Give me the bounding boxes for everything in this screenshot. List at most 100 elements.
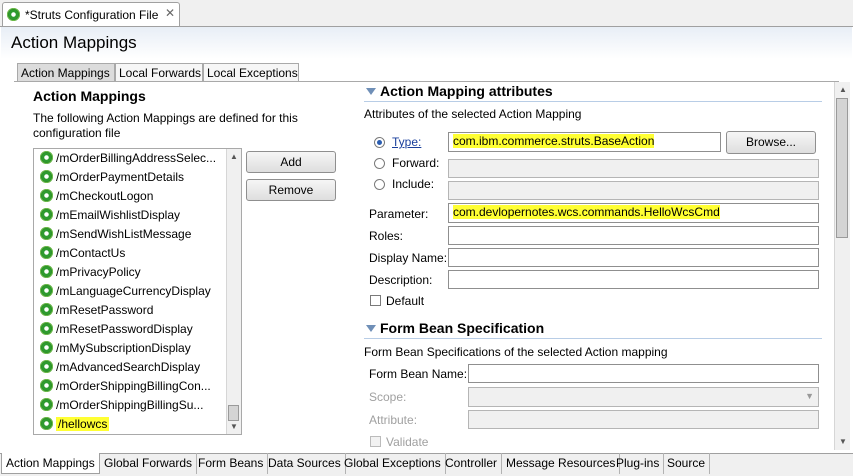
description-label: Description: (369, 273, 433, 287)
list-item[interactable]: /mOrderShippingBillingCon... (40, 379, 211, 398)
list-item[interactable]: /mCheckoutLogon (40, 189, 153, 208)
form-bean-collapse-triangle-icon[interactable] (366, 325, 376, 332)
forward-radio[interactable] (374, 158, 385, 169)
bottom-tab-global-exceptions[interactable]: Global Exceptions (340, 453, 446, 474)
list-item[interactable]: /hellowcs (40, 417, 110, 434)
gear-icon (40, 265, 53, 278)
browse-button[interactable]: Browse... (726, 131, 816, 154)
list-item-label: /mAdvancedSearchDisplay (56, 360, 201, 374)
gear-icon (40, 284, 53, 297)
attribute-field[interactable] (468, 410, 819, 429)
editor-scroll-up-icon[interactable]: ▲ (839, 85, 847, 94)
list-item[interactable]: /mPrivacyPolicy (40, 265, 141, 284)
roles-field[interactable] (448, 226, 819, 245)
list-item-label: /mSendWishListMessage (56, 227, 192, 241)
bottom-tab-action-mappings[interactable]: Action Mappings (1, 453, 100, 474)
scope-select[interactable]: ▼ (468, 387, 819, 407)
list-scrollbar[interactable]: ▲ ▼ (226, 149, 241, 434)
form-bean-name-field[interactable] (468, 364, 819, 383)
gear-icon (40, 322, 53, 335)
remove-button[interactable]: Remove (246, 179, 336, 201)
gear-icon (40, 360, 53, 373)
mappings-heading: Action Mappings (33, 88, 146, 104)
list-item-label: /mLanguageCurrencyDisplay (56, 284, 211, 298)
validate-label: Validate (386, 435, 429, 449)
description-field[interactable] (448, 270, 819, 289)
scroll-thumb[interactable] (228, 405, 239, 421)
list-item-label: /mMySubscriptionDisplay (56, 341, 191, 355)
include-label: Include: (392, 177, 435, 191)
editor-scroll-down-icon[interactable]: ▼ (839, 437, 847, 446)
list-item-label: /mCheckoutLogon (56, 189, 154, 203)
mappings-list[interactable]: /mOrderBillingAddressSelec... /mOrderPaym… (33, 148, 242, 435)
gear-icon (40, 379, 53, 392)
gear-icon (40, 208, 53, 221)
list-item-label: /mResetPassword (56, 303, 154, 317)
gear-icon (40, 303, 53, 316)
gear-icon (40, 189, 53, 202)
parameter-field[interactable]: com.devlopernotes.wcs.commands.HelloWcsC… (448, 203, 819, 223)
bottom-tab-data-sources[interactable]: Data Sources (264, 453, 346, 474)
list-item[interactable]: /mResetPassword (40, 303, 153, 322)
list-item[interactable]: /mOrderShippingBillingSu... (40, 398, 203, 417)
close-icon[interactable]: ✕ (165, 6, 175, 20)
mappings-description: The following Action Mappings are define… (33, 111, 298, 140)
list-item-label: /mOrderPaymentDetails (56, 170, 185, 184)
forward-field[interactable] (448, 159, 819, 178)
list-item-label: /mOrderShippingBillingSu... (56, 398, 204, 412)
gear-icon (40, 227, 53, 240)
list-item[interactable]: /mOrderPaymentDetails (40, 170, 184, 189)
attributes-subtitle: Attributes of the selected Action Mappin… (364, 107, 582, 121)
tab-local-exceptions[interactable]: Local Exceptions (203, 63, 299, 82)
list-item[interactable]: /mLanguageCurrencyDisplay (40, 284, 211, 303)
collapse-triangle-icon[interactable] (366, 88, 376, 95)
scroll-up-icon[interactable]: ▲ (230, 152, 238, 161)
list-item[interactable]: /mSendWishListMessage (40, 227, 191, 246)
editor-scroll-thumb[interactable] (836, 98, 848, 238)
forward-label: Forward: (392, 156, 440, 170)
include-field[interactable] (448, 181, 819, 200)
default-checkbox[interactable] (370, 295, 381, 306)
form-bean-subtitle: Form Bean Specifications of the selected… (364, 345, 668, 359)
bottom-tab-plug-ins[interactable]: Plug-ins (612, 453, 665, 474)
list-item[interactable]: /mResetPasswordDisplay (40, 322, 193, 341)
validate-checkbox[interactable] (370, 436, 381, 447)
editor-scrollbar[interactable]: ▲ ▼ (834, 82, 850, 450)
gear-icon (40, 398, 53, 411)
list-item-label: /mContactUs (56, 246, 126, 260)
gear-icon (40, 246, 53, 259)
include-radio[interactable] (374, 179, 385, 190)
display-name-field[interactable] (448, 248, 819, 267)
list-item[interactable]: /mMySubscriptionDisplay (40, 341, 191, 360)
editor-tab[interactable]: *Struts Configuration File ✕ (2, 2, 180, 26)
list-item-label: /mEmailWishlistDisplay (56, 208, 181, 222)
editor-tab-title: *Struts Configuration File (25, 8, 159, 22)
list-item[interactable]: /mContactUs (40, 246, 125, 265)
struts-config-gear-icon (7, 8, 20, 21)
list-item[interactable]: /mAdvancedSearchDisplay (40, 360, 200, 379)
chevron-down-icon: ▼ (805, 391, 814, 401)
attributes-heading: Action Mapping attributes (366, 83, 553, 99)
list-item[interactable]: /mOrderBillingAddressSelec... (40, 151, 216, 170)
gear-icon (40, 170, 53, 183)
type-link[interactable]: Type: (392, 135, 421, 149)
tab-local-forwards[interactable]: Local Forwards (115, 63, 203, 82)
gear-icon (40, 151, 53, 164)
default-label: Default (386, 294, 425, 308)
page-title: Action Mappings (11, 33, 137, 52)
tab-action-mappings[interactable]: Action Mappings (17, 63, 115, 82)
bottom-tab-form-beans[interactable]: Form Beans (194, 453, 269, 474)
add-button[interactable]: Add (246, 151, 336, 173)
list-item-label: /mOrderShippingBillingCon... (56, 379, 211, 393)
form-bean-heading: Form Bean Specification (366, 320, 544, 336)
bottom-tab-global-forwards[interactable]: Global Forwards (100, 453, 198, 474)
bottom-tab-source[interactable]: Source (663, 453, 711, 474)
type-field[interactable]: com.ibm.commerce.struts.BaseAction (448, 132, 721, 152)
bottom-tab-controller[interactable]: Controller (441, 453, 503, 474)
type-radio[interactable] (374, 137, 385, 148)
scroll-down-icon[interactable]: ▼ (230, 422, 238, 431)
bottom-tab-message-resources[interactable]: Message Resources (502, 453, 621, 474)
list-item-label: /hellowcs (56, 417, 110, 431)
list-item[interactable]: /mEmailWishlistDisplay (40, 208, 180, 227)
display-name-label: Display Name: (369, 251, 448, 265)
